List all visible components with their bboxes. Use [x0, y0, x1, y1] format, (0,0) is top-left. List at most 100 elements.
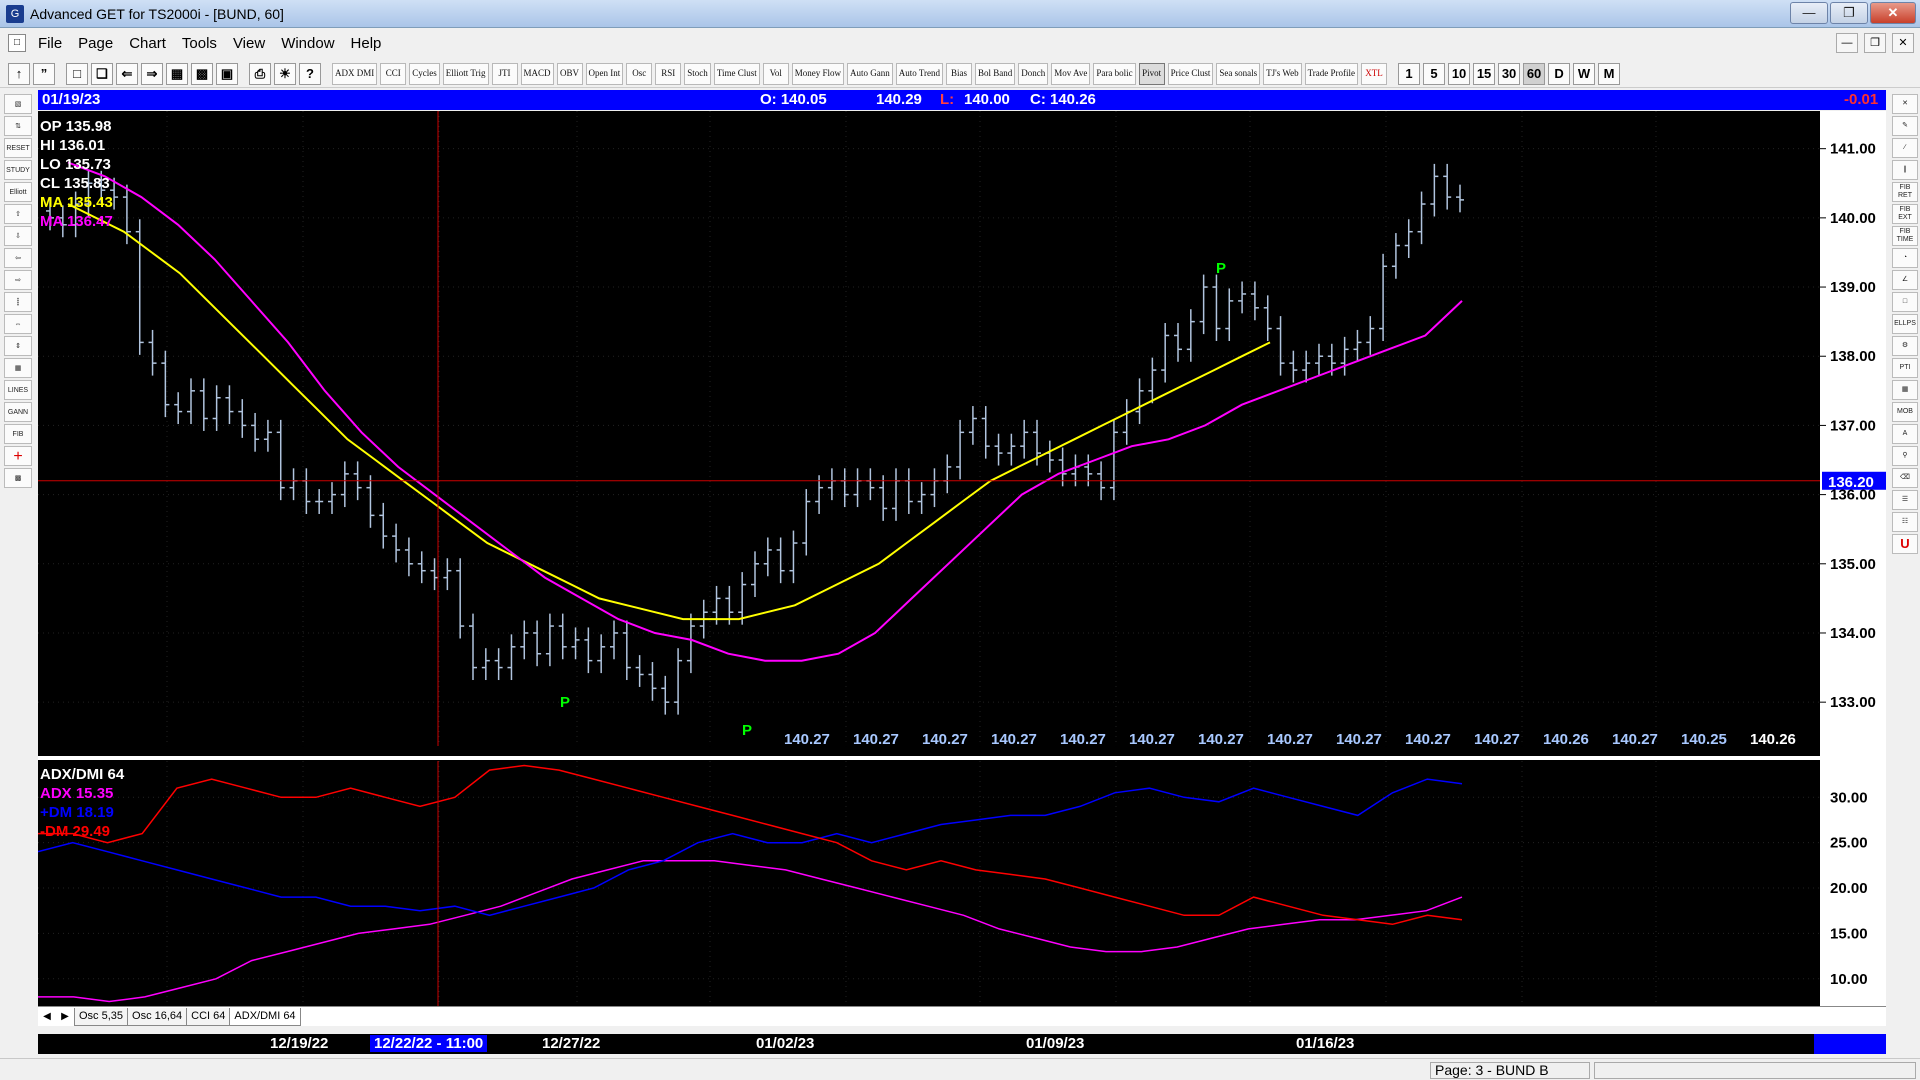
compress-icon[interactable]: ⇔ — [4, 314, 32, 334]
print-icon[interactable]: ⎙ — [249, 62, 271, 85]
study-button[interactable]: TJ's Web — [1263, 62, 1302, 85]
menu-help[interactable]: Help — [343, 35, 390, 52]
ellipse-button[interactable]: ELLPS — [1892, 314, 1918, 334]
tab-adx-dmi-64[interactable]: ADX/DMI 64 — [229, 1007, 301, 1026]
layout-icon[interactable]: ▦ — [166, 62, 188, 85]
study-button[interactable]: ADX DMI — [332, 62, 378, 85]
study-button[interactable]: Pivot — [1138, 62, 1165, 85]
window-icon[interactable]: ▣ — [216, 62, 238, 85]
menu-page[interactable]: Page — [70, 35, 121, 52]
scroll-right-icon[interactable]: ⇨ — [4, 270, 32, 290]
study-button[interactable]: Elliott Trig — [442, 62, 489, 85]
mdi-close-button[interactable]: ✕ — [1892, 33, 1914, 53]
study-button[interactable]: Money Flow — [791, 62, 845, 85]
elliott-button[interactable]: Elliott — [4, 182, 32, 202]
study-button[interactable]: Donch — [1018, 62, 1049, 85]
zoom-icon[interactable]: ⚲ — [1892, 446, 1918, 466]
study-button[interactable]: Vol — [762, 62, 789, 85]
study-button[interactable]: Price Clust — [1167, 62, 1214, 85]
menu-view[interactable]: View — [225, 35, 273, 52]
maximize-button[interactable]: ❐ — [1830, 2, 1868, 24]
quote-icon[interactable]: ” — [33, 62, 55, 85]
fan-icon[interactable]: ∠ — [1892, 270, 1918, 290]
menu-window[interactable]: Window — [273, 35, 342, 52]
scroll-left-icon[interactable]: ⇦ — [4, 248, 32, 268]
study-button[interactable]: XTL — [1361, 62, 1388, 85]
study-button[interactable]: JTI — [491, 62, 518, 85]
interval-button[interactable]: D — [1548, 62, 1571, 85]
study-button[interactable]: Para bolic — [1093, 62, 1136, 85]
text-tool-icon[interactable]: A — [1892, 424, 1918, 444]
tab-scroll-right-icon[interactable]: ▶ — [56, 1009, 74, 1025]
tab-cci-64[interactable]: CCI 64 — [186, 1007, 231, 1026]
fib-ext-button[interactable]: FIB EXT — [1892, 204, 1918, 224]
tab-osc-5-35[interactable]: Osc 5,35 — [74, 1007, 129, 1026]
interval-button[interactable]: 10 — [1448, 62, 1471, 85]
copy-page-icon[interactable]: ❏ — [91, 62, 113, 85]
fib-time-button[interactable]: FIB TIME — [1892, 226, 1918, 246]
new-page-icon[interactable]: □ — [66, 62, 88, 85]
back-icon[interactable]: ⇐ — [116, 62, 138, 85]
menu-file[interactable]: File — [30, 35, 70, 52]
study-button[interactable]: Auto Gann — [847, 62, 893, 85]
fib-button[interactable]: FIB — [4, 424, 32, 444]
study-button[interactable]: Sea sonals — [1216, 62, 1261, 85]
interval-button[interactable]: W — [1573, 62, 1596, 85]
menu-tools[interactable]: Tools — [174, 35, 225, 52]
pti-button[interactable]: PTI — [1892, 358, 1918, 378]
grid-drawing-icon[interactable]: ▦ — [1892, 380, 1918, 400]
study-button[interactable]: Osc — [626, 62, 653, 85]
crosshair-icon[interactable]: + — [4, 446, 32, 466]
eraser-icon[interactable]: ⌫ — [1892, 468, 1918, 488]
pitchfork-icon[interactable]: ⚙ — [1892, 336, 1918, 356]
study-button[interactable]: Stoch — [684, 62, 711, 85]
study-button[interactable]: OBV — [556, 62, 583, 85]
arc-icon[interactable]: ◔ — [1892, 248, 1918, 268]
close-button[interactable]: ✕ — [1870, 2, 1916, 24]
mob-button[interactable]: MOB — [1892, 402, 1918, 422]
help-icon[interactable]: ? — [299, 62, 321, 85]
study-button[interactable]: Bol Band — [975, 62, 1016, 85]
menu-chart[interactable]: Chart — [121, 35, 174, 52]
study-button[interactable]: Time Clust — [713, 62, 760, 85]
interval-button[interactable]: 1 — [1398, 62, 1421, 85]
interval-button[interactable]: 60 — [1523, 62, 1546, 85]
tab-osc-16-64[interactable]: Osc 16,64 — [127, 1007, 188, 1026]
interval-button[interactable]: 5 — [1423, 62, 1446, 85]
scroll-up-icon[interactable]: ⇧ — [4, 204, 32, 224]
reset-button[interactable]: RESET — [4, 138, 32, 158]
grid-icon[interactable]: ▩ — [191, 62, 213, 85]
study-button[interactable]: Auto Trend — [895, 62, 944, 85]
study-button[interactable]: Mov Ave — [1051, 62, 1091, 85]
minimize-button[interactable]: — — [1790, 2, 1828, 24]
u-button[interactable]: U — [1892, 534, 1918, 554]
channel-icon[interactable]: ∥ — [1892, 160, 1918, 180]
chart-area[interactable]: 136.20 141.00 140.00 139.00 138.00 137.00 136… — [38, 111, 1886, 1008]
scale-icon[interactable]: ⇅ — [4, 116, 32, 136]
box-icon[interactable]: □ — [1892, 292, 1918, 312]
study-button[interactable]: Bias — [946, 62, 973, 85]
pointer-icon[interactable]: ↑ — [8, 62, 30, 85]
chart-svg[interactable]: 136.20 141.00140.00139.00138.00137.00136… — [38, 111, 1886, 1008]
study-button[interactable]: MACD — [520, 62, 554, 85]
pencil-icon[interactable]: ✎ — [1892, 116, 1918, 136]
gann-button[interactable]: GANN — [4, 402, 32, 422]
study-button[interactable]: CCI — [380, 62, 407, 85]
interval-button[interactable]: 30 — [1498, 62, 1521, 85]
bulb-icon[interactable]: ☀ — [274, 62, 296, 85]
table-icon[interactable]: ▦ — [4, 358, 32, 378]
folder-icon[interactable]: ▧ — [4, 94, 32, 114]
study-button[interactable]: Cycles — [409, 62, 440, 85]
settings-icon[interactable]: ▩ — [4, 468, 32, 488]
scroll-down-icon[interactable]: ⇩ — [4, 226, 32, 246]
trendline-icon[interactable]: ∕ — [1892, 138, 1918, 158]
ruler-icon[interactable]: ☰ — [1892, 490, 1918, 510]
layers-icon[interactable]: ☷ — [1892, 512, 1918, 532]
mdi-minimize-button[interactable]: — — [1836, 33, 1858, 53]
interval-button[interactable]: 15 — [1473, 62, 1496, 85]
forward-icon[interactable]: ⇒ — [141, 62, 163, 85]
mdi-restore-button[interactable]: ❐ — [1864, 33, 1886, 53]
close-drawing-icon[interactable]: ✕ — [1892, 94, 1918, 114]
study-button[interactable]: Trade Profile — [1304, 62, 1359, 85]
expand-icon[interactable]: ⇕ — [4, 336, 32, 356]
